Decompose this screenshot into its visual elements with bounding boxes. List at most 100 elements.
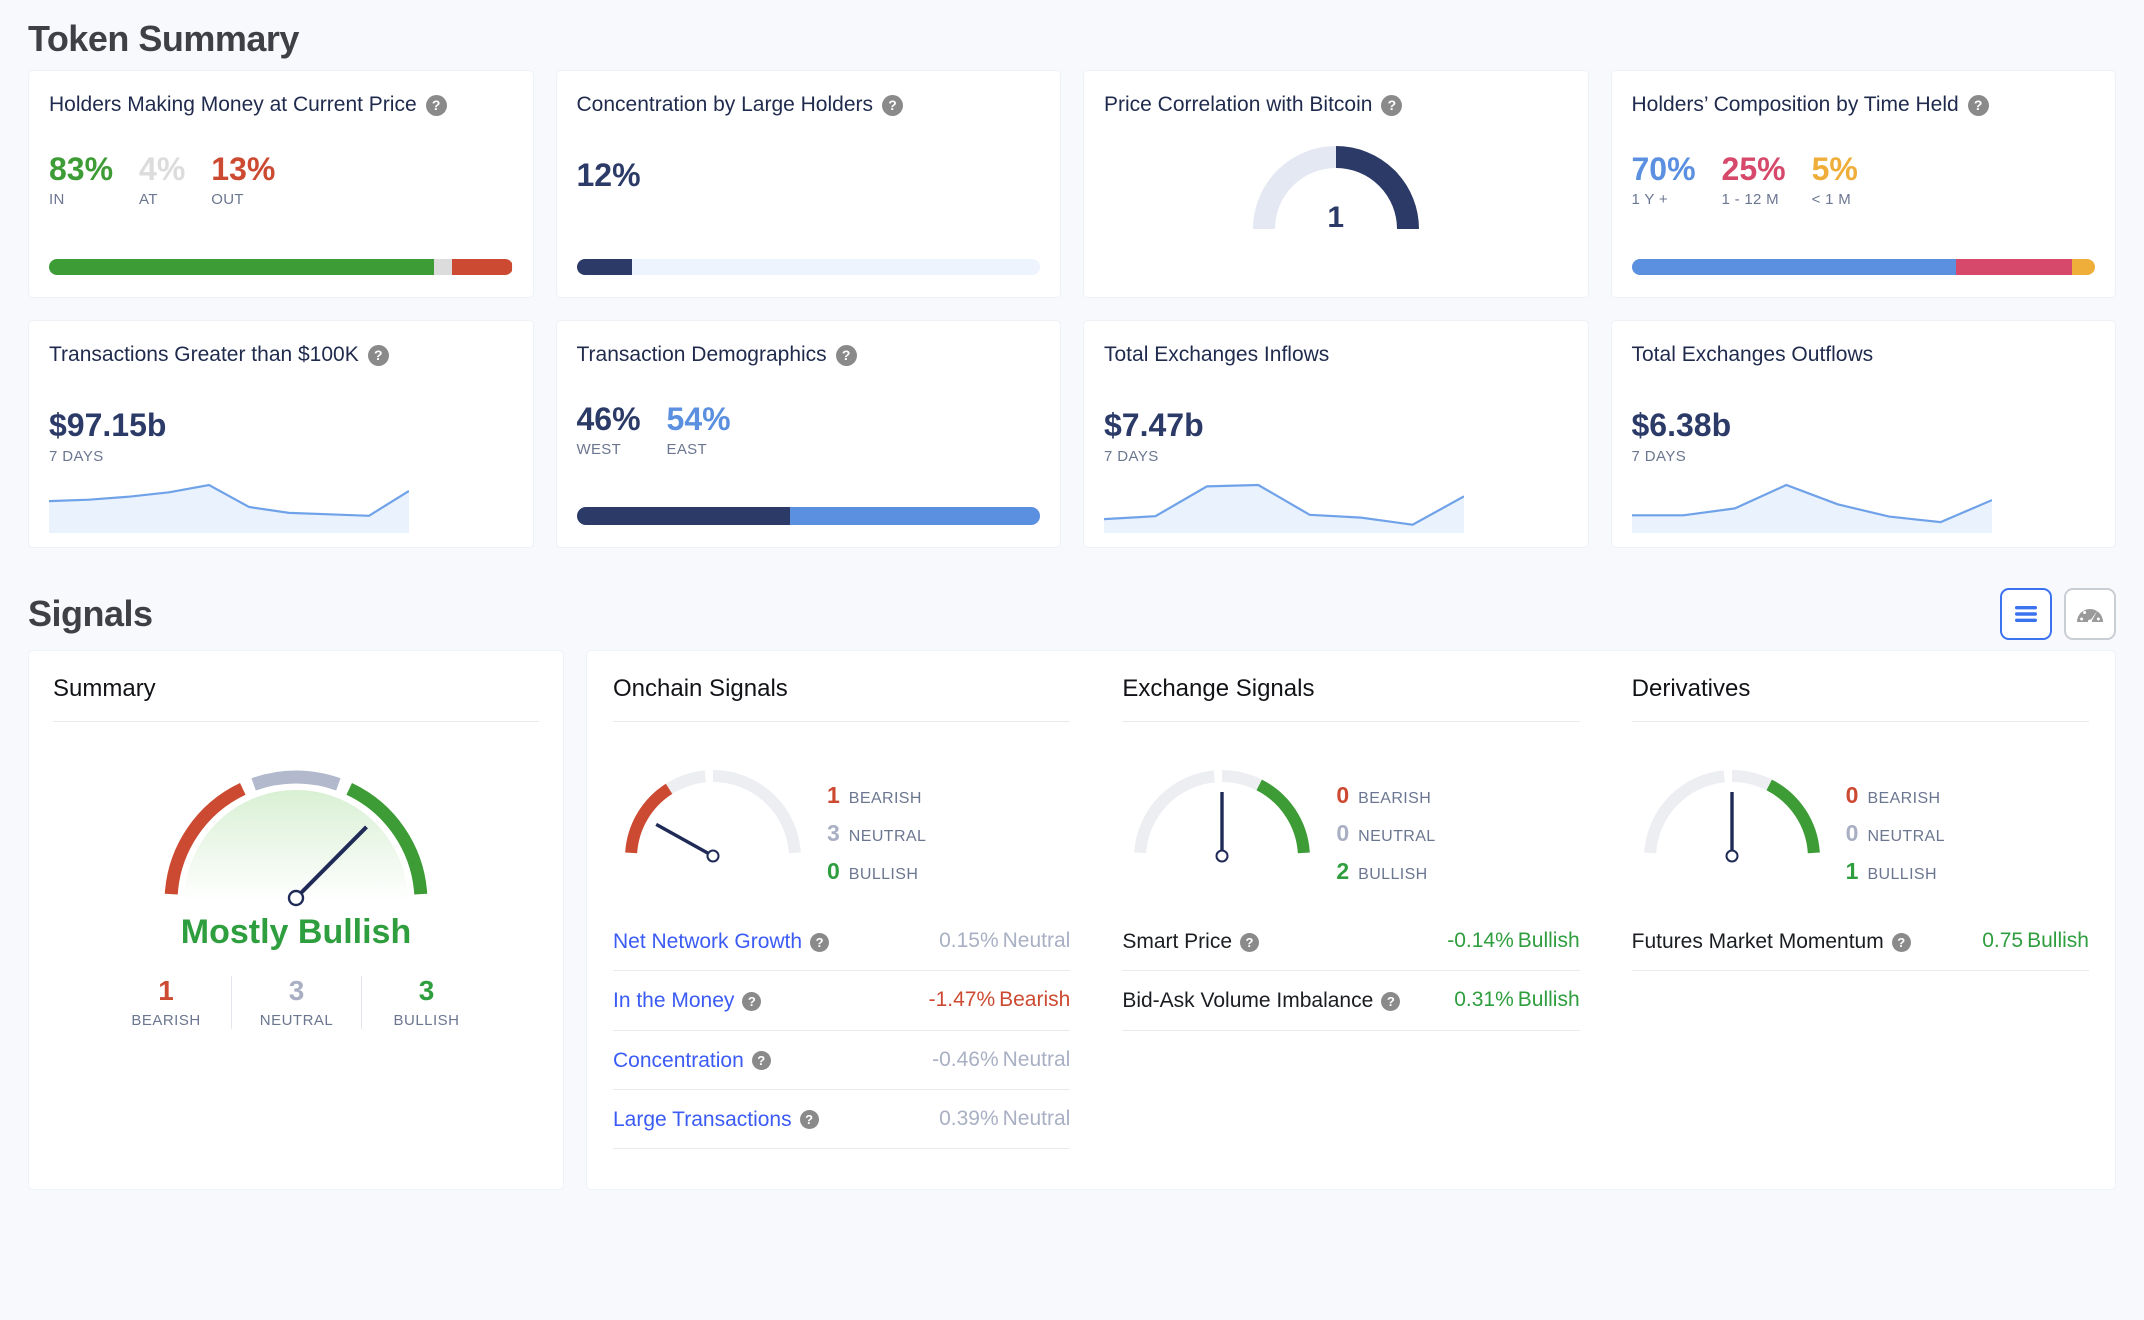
- help-icon[interactable]: ?: [742, 992, 761, 1011]
- signal-gauge-icon: [1122, 746, 1322, 866]
- signal-verdict: Neutral: [1003, 1048, 1071, 1072]
- token-summary-row-2: Transactions Greater than $100K ? $97.15…: [28, 320, 2116, 548]
- signal-verdict: Bullish: [1518, 988, 1580, 1012]
- legend-item: 0 BEARISH: [1336, 782, 1435, 809]
- signal-legend: 0 BEARISH 0 NEUTRAL 1 BULLISH: [1846, 782, 1945, 896]
- signals-heading: Signals: [28, 593, 153, 635]
- signal-row: Futures Market Momentum ? 0.75 Bullish: [1632, 912, 2089, 971]
- legend-label: BULLISH: [1867, 866, 1937, 884]
- metric-label: 1 - 12 M: [1722, 191, 1786, 208]
- sparkline-chart: [1632, 477, 1992, 533]
- signal-list: Net Network Growth ? 0.15% Neutral In th…: [613, 912, 1070, 1149]
- summary-card: Transaction Demographics ? 46% WEST 54% …: [556, 320, 1062, 548]
- help-icon[interactable]: ?: [368, 345, 389, 366]
- legend-count: 3: [827, 820, 840, 847]
- metric-label: IN: [49, 191, 113, 208]
- signal-group: Exchange Signals 0 BEARISH 0 NEUTRAL 2 B…: [1096, 675, 1605, 1179]
- legend-label: NEUTRAL: [1358, 828, 1435, 846]
- signal-name-text: Net Network Growth: [613, 929, 802, 955]
- signal-group-divider: [1632, 721, 2089, 722]
- legend-count: 1: [827, 782, 840, 809]
- legend-item: 0 BULLISH: [827, 858, 926, 885]
- signal-name: Bid-Ask Volume Imbalance ?: [1122, 988, 1400, 1014]
- legend-item: 0 BEARISH: [1846, 782, 1945, 809]
- signal-gauge-icon: [1632, 746, 1832, 866]
- signal-value: 0.75: [1982, 929, 2023, 953]
- help-icon[interactable]: ?: [836, 345, 857, 366]
- metric-item: 83% IN: [49, 153, 113, 208]
- signal-name: Smart Price ?: [1122, 929, 1259, 955]
- card-title: Holders’ Composition by Time Held ?: [1632, 93, 2096, 117]
- metric-label: WEST: [577, 441, 641, 458]
- metric-label: < 1 M: [1812, 191, 1858, 208]
- signal-name[interactable]: In the Money ?: [613, 988, 761, 1014]
- help-icon[interactable]: ?: [810, 933, 829, 952]
- signal-gauge-icon: [613, 746, 813, 866]
- signal-name-text: Futures Market Momentum: [1632, 929, 1884, 955]
- help-icon[interactable]: ?: [752, 1051, 771, 1070]
- signal-name[interactable]: Large Transactions ?: [613, 1107, 819, 1133]
- metric-period-label: 7 DAYS: [1104, 448, 1568, 465]
- sparkline-chart: [1104, 477, 1464, 533]
- summary-card: Total Exchanges Outflows $6.38b 7 DAYS: [1611, 320, 2117, 548]
- help-icon[interactable]: ?: [800, 1110, 819, 1129]
- signal-gauge-block: 1 BEARISH 3 NEUTRAL 0 BULLISH: [613, 746, 1070, 896]
- summary-gauge: [53, 734, 539, 919]
- list-view-icon: [2013, 604, 2039, 624]
- metric-item: 4% AT: [139, 153, 185, 208]
- signal-name-text: Bid-Ask Volume Imbalance: [1122, 988, 1373, 1014]
- metric-value: 12%: [577, 157, 1041, 194]
- help-icon[interactable]: ?: [882, 95, 903, 116]
- composition-bar: [1632, 259, 2096, 275]
- help-icon[interactable]: ?: [426, 95, 447, 116]
- legend-label: BEARISH: [1867, 790, 1940, 808]
- signals-header: Signals: [28, 570, 2116, 650]
- bar-segment: [577, 259, 633, 275]
- tally-item: 1 BEARISH: [101, 976, 231, 1029]
- metric-value: 54%: [667, 403, 731, 437]
- signal-name[interactable]: Concentration ?: [613, 1048, 771, 1074]
- card-title: Total Exchanges Outflows: [1632, 343, 2096, 367]
- tally-item: 3 BULLISH: [361, 976, 491, 1029]
- signal-name[interactable]: Net Network Growth ?: [613, 929, 829, 955]
- bar-segment: [1956, 259, 2072, 275]
- signal-value: -1.47%: [929, 988, 996, 1012]
- signal-value: -0.46%: [932, 1048, 999, 1072]
- card-title: Concentration by Large Holders ?: [577, 93, 1041, 117]
- signal-values: -1.47% Bearish: [929, 988, 1071, 1012]
- legend-item: 0 NEUTRAL: [1336, 820, 1435, 847]
- summary-card: Holders Making Money at Current Price ? …: [28, 70, 534, 298]
- help-icon[interactable]: ?: [1381, 95, 1402, 116]
- summary-card: Holders’ Composition by Time Held ? 70% …: [1611, 70, 2117, 298]
- metric-group: 46% WEST 54% EAST: [577, 403, 1041, 458]
- signal-verdict: Bearish: [999, 988, 1070, 1012]
- sparkline-chart: [49, 477, 409, 533]
- legend-count: 0: [1336, 782, 1349, 809]
- list-view-toggle-button[interactable]: [2000, 588, 2052, 640]
- card-title-text: Holders Making Money at Current Price: [49, 93, 417, 117]
- metric-value: 4%: [139, 153, 185, 187]
- metric-label: 1 Y +: [1632, 191, 1696, 208]
- help-icon[interactable]: ?: [1240, 933, 1259, 952]
- tally-label: BULLISH: [362, 1012, 491, 1029]
- gauge-view-toggle-button[interactable]: [2064, 588, 2116, 640]
- metric-value: 5%: [1812, 153, 1858, 187]
- card-title-text: Total Exchanges Outflows: [1632, 343, 1874, 367]
- help-icon[interactable]: ?: [1381, 992, 1400, 1011]
- legend-label: BULLISH: [1358, 866, 1428, 884]
- bar-segment: [632, 259, 1040, 275]
- signal-values: 0.75 Bullish: [1982, 929, 2089, 953]
- signal-value: 0.15%: [939, 929, 999, 953]
- card-title: Price Correlation with Bitcoin ?: [1104, 93, 1568, 117]
- correlation-gauge: 1: [1104, 129, 1568, 239]
- metric-label: OUT: [211, 191, 275, 208]
- help-icon[interactable]: ?: [1892, 933, 1911, 952]
- signal-group-title: Derivatives: [1632, 675, 2089, 703]
- signals-row: Summary Mostly Bullish 1 BEARISH 3 NEUTR…: [28, 650, 2116, 1190]
- summary-card: Concentration by Large Holders ? 12%: [556, 70, 1062, 298]
- help-icon[interactable]: ?: [1968, 95, 1989, 116]
- signal-values: 0.15% Neutral: [939, 929, 1070, 953]
- signal-list: Futures Market Momentum ? 0.75 Bullish: [1632, 912, 2089, 971]
- metric-value: 83%: [49, 153, 113, 187]
- signal-legend: 1 BEARISH 3 NEUTRAL 0 BULLISH: [827, 782, 926, 896]
